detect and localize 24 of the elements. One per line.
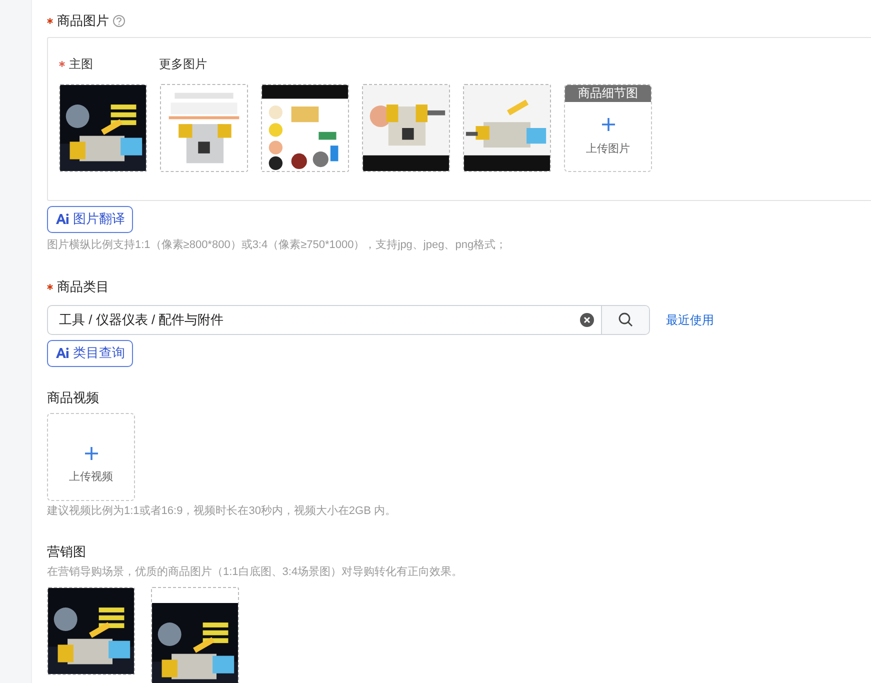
- ai-icon: [55, 213, 69, 225]
- more-images-label: 更多图片: [159, 56, 207, 72]
- field-label: 营销图: [47, 542, 86, 560]
- upload-image-button[interactable]: 商品细节图 上传图片: [564, 84, 652, 172]
- recent-link[interactable]: 最近使用: [666, 310, 714, 328]
- plus-icon: [84, 447, 98, 460]
- detail-image-badge: 商品细节图: [565, 84, 651, 102]
- field-label: 商品视频: [47, 388, 99, 406]
- field-label: 商品类目: [57, 278, 109, 296]
- upload-video-button[interactable]: 上传视频: [47, 413, 135, 501]
- field-label: 商品图片: [57, 12, 109, 30]
- plus-icon: [602, 118, 614, 130]
- category-field[interactable]: 工具 / 仪器仪表 / 配件与附件: [47, 304, 650, 334]
- hint-text: 在营销导购场景，优质的商品图片（1:1白底图、3:4场景图）对导购转化有正向效果。: [47, 564, 464, 580]
- search-icon: [618, 312, 633, 327]
- hint-text: 图片横纵比例支持1:1（像素≥800*800）或3:4（像素≥750*1000），支持jpg、jpeg、png格式；: [47, 238, 508, 252]
- ai-icon: [55, 347, 69, 359]
- ai-button[interactable]: 图片翻译: [47, 206, 133, 232]
- ai-button[interactable]: 类目查询: [47, 340, 133, 366]
- main-image-label: 主图: [69, 56, 93, 72]
- help-icon[interactable]: [113, 14, 125, 27]
- hint-text: 建议视频比例为1:1或者16:9，视频时长在30秒内，视频大小在2GB 内。: [47, 504, 398, 519]
- clear-icon[interactable]: [580, 312, 594, 326]
- search-button[interactable]: [601, 306, 649, 334]
